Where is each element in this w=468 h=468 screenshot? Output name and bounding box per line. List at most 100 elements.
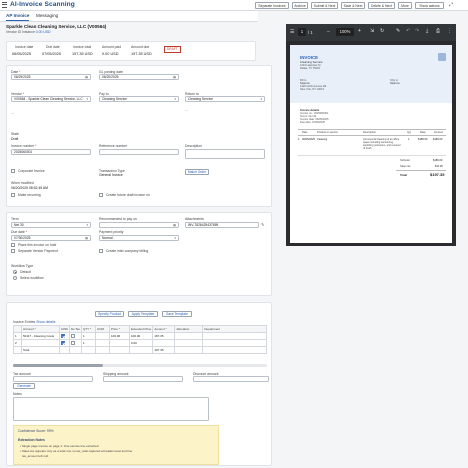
vendor-field[interactable]: V00564 - Sparkle Clean Cleaning Service,… — [11, 96, 91, 102]
1099-checkbox[interactable] — [61, 333, 65, 338]
qty-cell[interactable]: 1 — [80, 332, 96, 340]
make-recurring-checkbox[interactable] — [11, 193, 15, 197]
table-scrollbar[interactable] — [13, 364, 267, 367]
price-cell[interactable]: 100.00 — [108, 332, 130, 340]
intercompany-checkbox[interactable] — [99, 249, 103, 253]
download-icon[interactable]: ⤓ — [426, 28, 428, 34]
match-order-button[interactable]: Match Order — [185, 169, 209, 175]
zoom-out-icon[interactable]: − — [327, 29, 330, 35]
uom-cell[interactable] — [94, 332, 110, 340]
corporate-invoice-checkbox[interactable] — [11, 169, 15, 173]
generate-button[interactable]: Generate — [13, 383, 35, 389]
tab-ap-invoice[interactable]: AP Invoice — [6, 13, 30, 21]
specify-product-button[interactable]: Specify Product — [95, 311, 124, 317]
shipping-amount-field[interactable] — [103, 376, 183, 382]
due-date-field[interactable]: 07/30/2025 ▦ — [11, 235, 91, 241]
no-tax-cell[interactable] — [68, 339, 82, 347]
vendor-subtitle-link[interactable]: 0.00 USD — [36, 30, 51, 34]
more-button[interactable]: More — [398, 2, 412, 9]
sidebar-toggle-icon[interactable]: ☰ — [290, 29, 294, 35]
rotate-icon[interactable]: ↻ — [380, 28, 384, 34]
page-number-input[interactable]: 1 — [298, 28, 306, 36]
total-spacer — [174, 346, 204, 354]
draw-icon[interactable]: ✎ — [396, 28, 400, 34]
discount-amount-field[interactable] — [193, 376, 269, 382]
more-options-icon[interactable]: ⋮ — [447, 28, 452, 34]
term-field[interactable]: Net 30 ▾ — [11, 222, 91, 228]
workflow-default-radio[interactable] — [13, 270, 17, 274]
delete-next-button[interactable]: Delete & Next — [368, 2, 395, 9]
no-tax-cell[interactable] — [68, 332, 82, 340]
archive-button[interactable]: Archive — [292, 2, 308, 9]
recommended-pay-field[interactable]: ▦ — [99, 222, 179, 228]
pdf-logo — [438, 53, 446, 61]
calendar-icon[interactable]: ▦ — [85, 75, 88, 79]
department-cell[interactable] — [202, 332, 267, 340]
workflow-select-radio[interactable] — [13, 276, 17, 280]
attachments-label: Attachments — [185, 217, 204, 221]
pdf-total-label: Total — [400, 173, 407, 177]
amount-cell[interactable]: 197.35 — [152, 332, 176, 340]
price-cell[interactable] — [108, 339, 130, 347]
uom-cell[interactable] — [94, 339, 110, 347]
pdf-rule — [396, 170, 446, 171]
pdf-line-qty: 1 — [408, 138, 410, 141]
attachments-field[interactable]: INV-7826429437659 — [185, 222, 259, 228]
show-details-link[interactable]: Show details — [36, 320, 55, 324]
create-draft-checkbox[interactable] — [99, 193, 103, 197]
summary-value: 0.00 USD — [102, 52, 119, 56]
paperclip-icon[interactable]: ✎ — [261, 222, 264, 227]
1099-cell[interactable] — [59, 339, 70, 347]
tax-amount-field[interactable] — [13, 376, 93, 382]
reference-field[interactable] — [99, 149, 179, 155]
tab-messaging[interactable]: Messaging — [36, 13, 58, 18]
pdf-rule — [298, 129, 446, 130]
1099-cell[interactable] — [59, 332, 70, 340]
gl-posting-field[interactable]: 06/20/2025 ▦ — [99, 74, 179, 80]
calendar-icon[interactable]: ▦ — [173, 75, 176, 79]
due-date-label: Due date * — [11, 230, 28, 234]
pay-to-field[interactable]: Cleaning Service ▾ — [99, 96, 179, 102]
calendar-icon[interactable]: ▦ — [85, 236, 88, 240]
notes-field[interactable] — [13, 397, 209, 421]
amount-cell[interactable] — [152, 339, 176, 347]
print-icon[interactable]: ⎙ — [436, 28, 440, 34]
separate-invoices-button[interactable]: Separate Invoices — [255, 2, 289, 9]
date-field[interactable]: 06/29/2025 ▦ — [11, 74, 91, 80]
save-template-button[interactable]: Save Template — [162, 311, 192, 317]
allocation-cell[interactable] — [174, 339, 204, 347]
apply-template-button[interactable]: Apply Template — [128, 311, 158, 317]
account-cell[interactable] — [21, 339, 60, 347]
submit-next-button[interactable]: Submit & Next — [311, 2, 338, 9]
undo-icon[interactable]: ↶ — [406, 28, 410, 34]
allocation-cell[interactable] — [174, 332, 204, 340]
scrollbar-thumb[interactable] — [13, 364, 103, 367]
payment-priority-field[interactable]: Normal ▾ — [99, 235, 179, 241]
no-tax-checkbox[interactable] — [70, 333, 75, 338]
no-tax-checkbox[interactable] — [70, 340, 75, 345]
zoom-in-icon[interactable]: + — [358, 28, 361, 34]
fit-page-icon[interactable]: ⇲ — [370, 28, 374, 34]
redo-icon[interactable]: ↷ — [415, 28, 419, 34]
calendar-icon[interactable]: ▦ — [173, 223, 176, 227]
account-cell[interactable]: 50117 - Cleaning Costs — [21, 332, 60, 340]
vendor-title: Sparkle Clean Cleaning Service, LLC (V00… — [6, 24, 107, 29]
description-field[interactable] — [185, 149, 265, 159]
pdf-column-header: Amount — [434, 131, 443, 134]
save-next-button[interactable]: Save & Next — [341, 2, 365, 9]
pdf-rule — [298, 135, 446, 136]
pdf-tax-label: Sales tax — [400, 165, 411, 168]
hold-checkbox[interactable] — [11, 243, 15, 247]
separate-payment-checkbox[interactable] — [11, 249, 15, 253]
department-cell[interactable] — [202, 339, 267, 347]
zoom-level[interactable]: 100% — [336, 28, 354, 36]
summary-value: 07/05/2025 — [42, 52, 62, 56]
show-actions-button[interactable]: Show actions — [415, 2, 444, 9]
return-to-field[interactable]: Cleaning Service ▾ — [185, 96, 265, 102]
menu-icon[interactable] — [2, 2, 7, 8]
workflow-label: Workflow Type — [11, 264, 34, 268]
1099-checkbox[interactable] — [61, 340, 65, 345]
invoice-number-field[interactable]: 2025060001 — [11, 149, 91, 155]
expand-icon[interactable]: ⤢ — [449, 2, 453, 8]
qty-cell[interactable]: 1 — [80, 339, 96, 347]
